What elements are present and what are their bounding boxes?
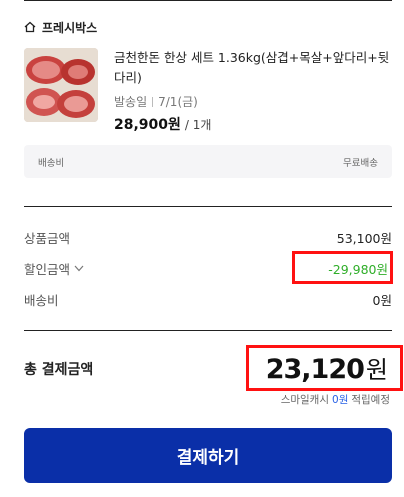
pay-button[interactable]: 결제하기 [24,428,392,483]
discount-label: 할인금액 [24,261,71,277]
ship-info: 발송일 7/1(금) [114,93,198,110]
delivery-row: 배송비 0원 [24,289,392,309]
smile-cash-prefix: 스마일캐시 [280,394,330,406]
product-price: 28,900원 [114,117,181,133]
ship-label: 발송일 [114,95,148,109]
total-divider [24,330,392,331]
product-amount-label: 상품금액 [24,230,71,246]
product-amount-value: 53,100원 [336,230,392,246]
discount-highlight-box [292,251,393,284]
shipping-fee-label: 배송비 [38,157,65,169]
smile-cash-note: 스마일캐시 0원 적립예정 [281,392,390,407]
home-icon [24,21,36,33]
total-amount: 23,120 원 [266,350,388,385]
product-amount-row: 상품금액 53,100원 [24,227,392,247]
ship-date: 7/1(금) [158,95,198,109]
product-quantity: / 1개 [184,118,212,132]
smile-cash-amount: 0원 [332,394,349,406]
product-item: 금천한돈 한상 세트 1.36kg(삼겹+목살+앞다리+뒷다리) 발송일 7/1… [24,48,392,136]
total-amount-number: 23,120 [265,354,365,385]
smile-cash-suffix: 적립예정 [351,394,390,406]
delivery-value: 0원 [372,292,392,308]
store-name: 프레시박스 [42,20,98,35]
product-thumbnail[interactable] [24,48,98,122]
price-line: 28,900원 / 1개 [114,114,211,134]
product-title[interactable]: 금천한돈 한상 세트 1.36kg(삼겹+목살+앞다리+뒷다리) [114,48,392,88]
total-label: 총 결제금액 [24,362,94,378]
top-divider [24,0,392,1]
summary-divider [24,206,392,207]
ship-divider [152,96,154,107]
shipping-fee-box: 배송비 무료배송 [24,145,392,178]
discount-toggle[interactable]: 할인금액 [24,259,84,278]
total-amount-unit: 원 [365,356,388,384]
shipping-fee-value: 무료배송 [343,157,378,169]
store-header[interactable]: 프레시박스 [24,18,97,36]
chevron-down-icon [74,265,84,271]
delivery-label: 배송비 [24,292,59,308]
